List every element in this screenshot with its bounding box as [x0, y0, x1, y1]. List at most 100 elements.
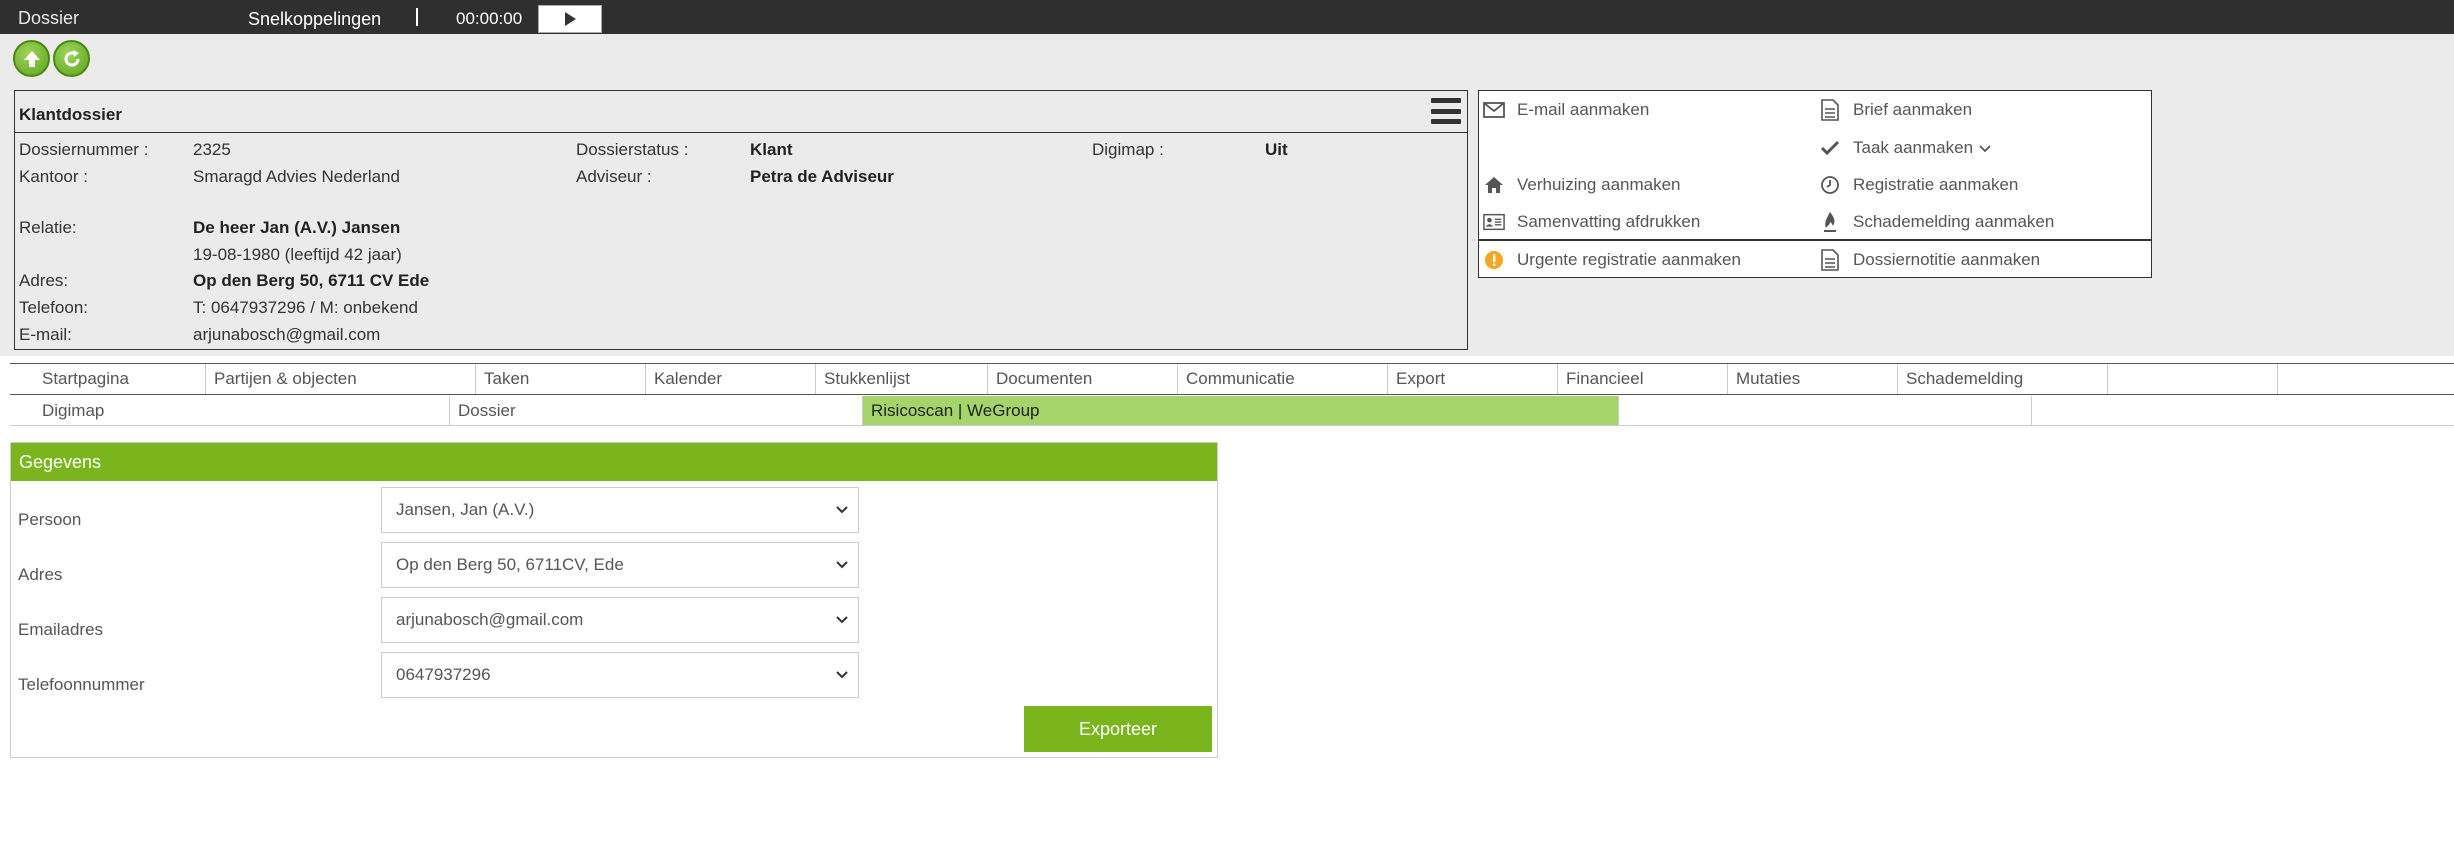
- urgente-registratie-link[interactable]: Urgente registratie aanmaken: [1483, 249, 1741, 271]
- schademelding-aanmaken-link[interactable]: Schademelding aanmaken: [1819, 211, 2054, 233]
- tab-stukkenlijst[interactable]: Stukkenlijst: [816, 364, 988, 394]
- emailadres-label: Emailadres: [18, 620, 104, 639]
- telefoon-label: Telefoon:: [19, 298, 88, 317]
- email-aanmaken-link[interactable]: E-mail aanmaken: [1483, 99, 1649, 121]
- exporteer-button[interactable]: Exporteer: [1024, 706, 1212, 752]
- klantdossier-panel: Klantdossier Dossiernummer : 2325 Dossie…: [14, 90, 1468, 350]
- brief-aanmaken-link[interactable]: Brief aanmaken: [1819, 99, 1972, 121]
- timer-display: 00:00:00: [456, 9, 523, 28]
- tab-dossier[interactable]: Dossier: [450, 396, 863, 425]
- actions-panel: E-mail aanmaken Brief aanmaken Taak aanm…: [1478, 90, 2152, 278]
- klantdossier-header: Klantdossier: [15, 91, 1467, 133]
- telefoon-value: T: 0647937296 / M: onbekend: [193, 298, 418, 317]
- clock-icon: [1819, 174, 1841, 196]
- geboortedatum-value: 19-08-1980 (leeftijd 42 jaar): [193, 245, 402, 264]
- window-title: Dossier: [18, 8, 80, 28]
- urgente-registratie-label: Urgente registratie aanmaken: [1517, 250, 1741, 269]
- samenvatting-afdrukken-link[interactable]: Samenvatting afdrukken: [1483, 211, 1700, 233]
- gegevens-panel: Gegevens Persoon Jansen, Jan (A.V.) Adre…: [10, 442, 1218, 758]
- emailadres-value: arjunabosch@gmail.com: [396, 610, 584, 629]
- tab-schademelding[interactable]: Schademelding: [1898, 364, 2108, 394]
- emailadres-select[interactable]: arjunabosch@gmail.com: [381, 597, 859, 643]
- tab-empty: [1619, 396, 2032, 425]
- email-label: E-mail:: [19, 325, 72, 344]
- relatie-label: Relatie:: [19, 218, 77, 237]
- refresh-button[interactable]: [53, 40, 90, 77]
- fire-icon: [1819, 211, 1841, 233]
- tab-communicatie[interactable]: Communicatie: [1178, 364, 1388, 394]
- persoon-value: Jansen, Jan (A.V.): [396, 500, 535, 519]
- verhuizing-aanmaken-label: Verhuizing aanmaken: [1517, 175, 1681, 194]
- envelope-icon: [1483, 99, 1505, 121]
- tab-partijen-objecten[interactable]: Partijen & objecten: [206, 364, 476, 394]
- registratie-aanmaken-link[interactable]: Registratie aanmaken: [1819, 174, 2018, 196]
- tab-financieel[interactable]: Financieel: [1558, 364, 1728, 394]
- id-card-icon: [1483, 211, 1505, 233]
- dossierstatus-value: Klant: [750, 140, 793, 159]
- registratie-aanmaken-label: Registratie aanmaken: [1853, 175, 2019, 194]
- klantdossier-title: Klantdossier: [19, 105, 122, 124]
- email-value: arjunabosch@gmail.com: [193, 325, 381, 344]
- tab-mutaties[interactable]: Mutaties: [1728, 364, 1898, 394]
- chevron-down-icon: [1979, 138, 1991, 158]
- dossiernummer-label: Dossiernummer :: [19, 140, 149, 159]
- taak-aanmaken-label: Taak aanmaken: [1853, 138, 1974, 157]
- digimap-value: Uit: [1265, 140, 1288, 159]
- chevron-down-icon: [836, 616, 848, 624]
- adres-value: Op den Berg 50, 6711CV, Ede: [396, 555, 624, 574]
- dossierstatus-label: Dossierstatus :: [576, 140, 689, 159]
- divider: [416, 8, 418, 26]
- brief-aanmaken-label: Brief aanmaken: [1853, 100, 1973, 119]
- dossiernummer-value: 2325: [193, 140, 231, 159]
- taak-aanmaken-dropdown[interactable]: Taak aanmaken: [1819, 137, 1991, 159]
- kantoor-label: Kantoor :: [19, 167, 88, 186]
- kantoor-value: Smaragd Advies Nederland: [193, 167, 400, 186]
- play-button[interactable]: [538, 5, 602, 33]
- check-icon: [1819, 137, 1841, 159]
- tab-kalender[interactable]: Kalender: [646, 364, 816, 394]
- tab-empty: [2108, 364, 2278, 394]
- tab-export[interactable]: Export: [1388, 364, 1558, 394]
- schademelding-aanmaken-label: Schademelding aanmaken: [1853, 212, 2055, 231]
- verhuizing-aanmaken-link[interactable]: Verhuizing aanmaken: [1483, 174, 1681, 196]
- dossiernotitie-aanmaken-link[interactable]: Dossiernotitie aanmaken: [1819, 249, 2040, 271]
- tab-startpagina[interactable]: Startpagina: [10, 364, 206, 394]
- adres-label: Adres: [18, 565, 63, 584]
- chevron-down-icon: [836, 506, 848, 514]
- adres-label: Adres:: [19, 271, 69, 290]
- document-icon: [1819, 249, 1841, 271]
- main-tabs: Startpagina Partijen & objecten Taken Ka…: [10, 363, 2454, 395]
- warning-icon: [1483, 249, 1505, 271]
- persoon-select[interactable]: Jansen, Jan (A.V.): [381, 487, 859, 533]
- divider: [1479, 239, 2151, 241]
- tab-taken[interactable]: Taken: [476, 364, 646, 394]
- adres-value: Op den Berg 50, 6711 CV Ede: [193, 271, 430, 290]
- tab-risicoscan-wegroup[interactable]: Risicoscan | WeGroup: [863, 396, 1619, 425]
- persoon-label: Persoon: [18, 510, 82, 529]
- digimap-label: Digimap :: [1092, 140, 1164, 159]
- samenvatting-afdrukken-label: Samenvatting afdrukken: [1517, 212, 1701, 231]
- dossiernotitie-aanmaken-label: Dossiernotitie aanmaken: [1853, 250, 2041, 269]
- refresh-icon: [64, 49, 79, 66]
- telefoonnummer-label: Telefoonnummer: [18, 675, 145, 694]
- sub-tabs: Digimap Dossier Risicoscan | WeGroup: [10, 396, 2454, 426]
- arrow-up-icon: [23, 50, 40, 67]
- chevron-down-icon: [836, 671, 848, 679]
- top-bar: Dossier Snelkoppelingen 00:00:00: [0, 0, 2454, 34]
- shortcuts-menu[interactable]: Snelkoppelingen: [248, 9, 381, 30]
- tab-digimap[interactable]: Digimap: [10, 396, 450, 425]
- chevron-down-icon: [836, 561, 848, 569]
- telefoonnummer-value: 0647937296: [396, 665, 491, 684]
- upload-button[interactable]: [13, 40, 50, 77]
- document-icon: [1819, 99, 1841, 121]
- play-icon: [564, 12, 576, 26]
- adviseur-label: Adviseur :: [576, 167, 652, 186]
- telefoonnummer-select[interactable]: 0647937296: [381, 652, 859, 698]
- menu-icon[interactable]: [1431, 98, 1461, 124]
- gegevens-header: Gegevens: [11, 443, 1217, 481]
- email-aanmaken-label: E-mail aanmaken: [1517, 100, 1650, 119]
- home-icon: [1483, 174, 1505, 196]
- tab-documenten[interactable]: Documenten: [988, 364, 1178, 394]
- adres-select[interactable]: Op den Berg 50, 6711CV, Ede: [381, 542, 859, 588]
- relatie-value: De heer Jan (A.V.) Jansen: [193, 218, 401, 237]
